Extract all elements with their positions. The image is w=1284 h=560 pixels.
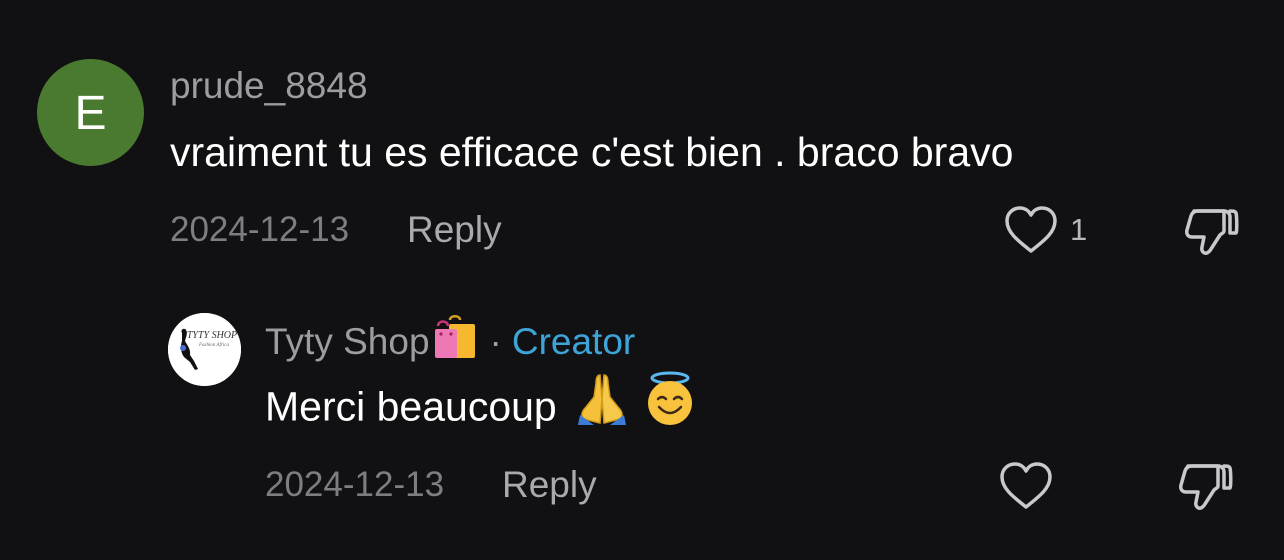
folded-hands-icon — [574, 371, 630, 434]
shop-logo-text: TYTY SHOP — [187, 330, 237, 341]
comment-reply-button[interactable]: Reply — [407, 211, 502, 248]
creator-username[interactable]: Tyty Shop — [265, 321, 430, 362]
shop-logo: TYTY SHOP Fashion Africa — [168, 313, 241, 386]
creator-avatar[interactable]: TYTY SHOP Fashion Africa — [168, 313, 241, 386]
comment-text: vraiment tu es efficace c'est bien . bra… — [170, 129, 1014, 175]
thumbs-down-outline-icon — [1179, 464, 1233, 510]
shopping-bags-icon — [432, 314, 478, 366]
comment-like-button[interactable] — [1003, 204, 1059, 261]
separator-dot: · — [489, 320, 502, 362]
reply-reply-button[interactable]: Reply — [502, 466, 597, 503]
smiling-face-with-halo-icon — [642, 371, 698, 434]
reply-dislike-button[interactable] — [1178, 460, 1234, 517]
avatar-letter: E — [74, 86, 107, 140]
reply-text: Merci beaucoup — [265, 383, 557, 430]
heart-outline-icon — [1005, 206, 1057, 253]
heart-outline-icon — [1000, 462, 1052, 509]
reply-like-button[interactable] — [998, 460, 1054, 517]
comment-like-count: 1 — [1070, 212, 1088, 247]
commenter-avatar[interactable]: E — [37, 59, 144, 166]
shop-logo-subtext: Fashion Africa — [198, 343, 230, 348]
reply-date: 2024-12-13 — [265, 465, 445, 504]
creator-badge: Creator — [511, 320, 636, 362]
thumbs-down-outline-icon — [1185, 209, 1239, 255]
commenter-username[interactable]: prude_8848 — [170, 67, 368, 104]
comment-dislike-button[interactable] — [1184, 205, 1240, 262]
comment-date: 2024-12-13 — [170, 210, 350, 249]
creator-username-row: Tyty Shop · Creator — [265, 315, 636, 366]
reply-text-row: Merci beaucoup — [265, 371, 698, 434]
